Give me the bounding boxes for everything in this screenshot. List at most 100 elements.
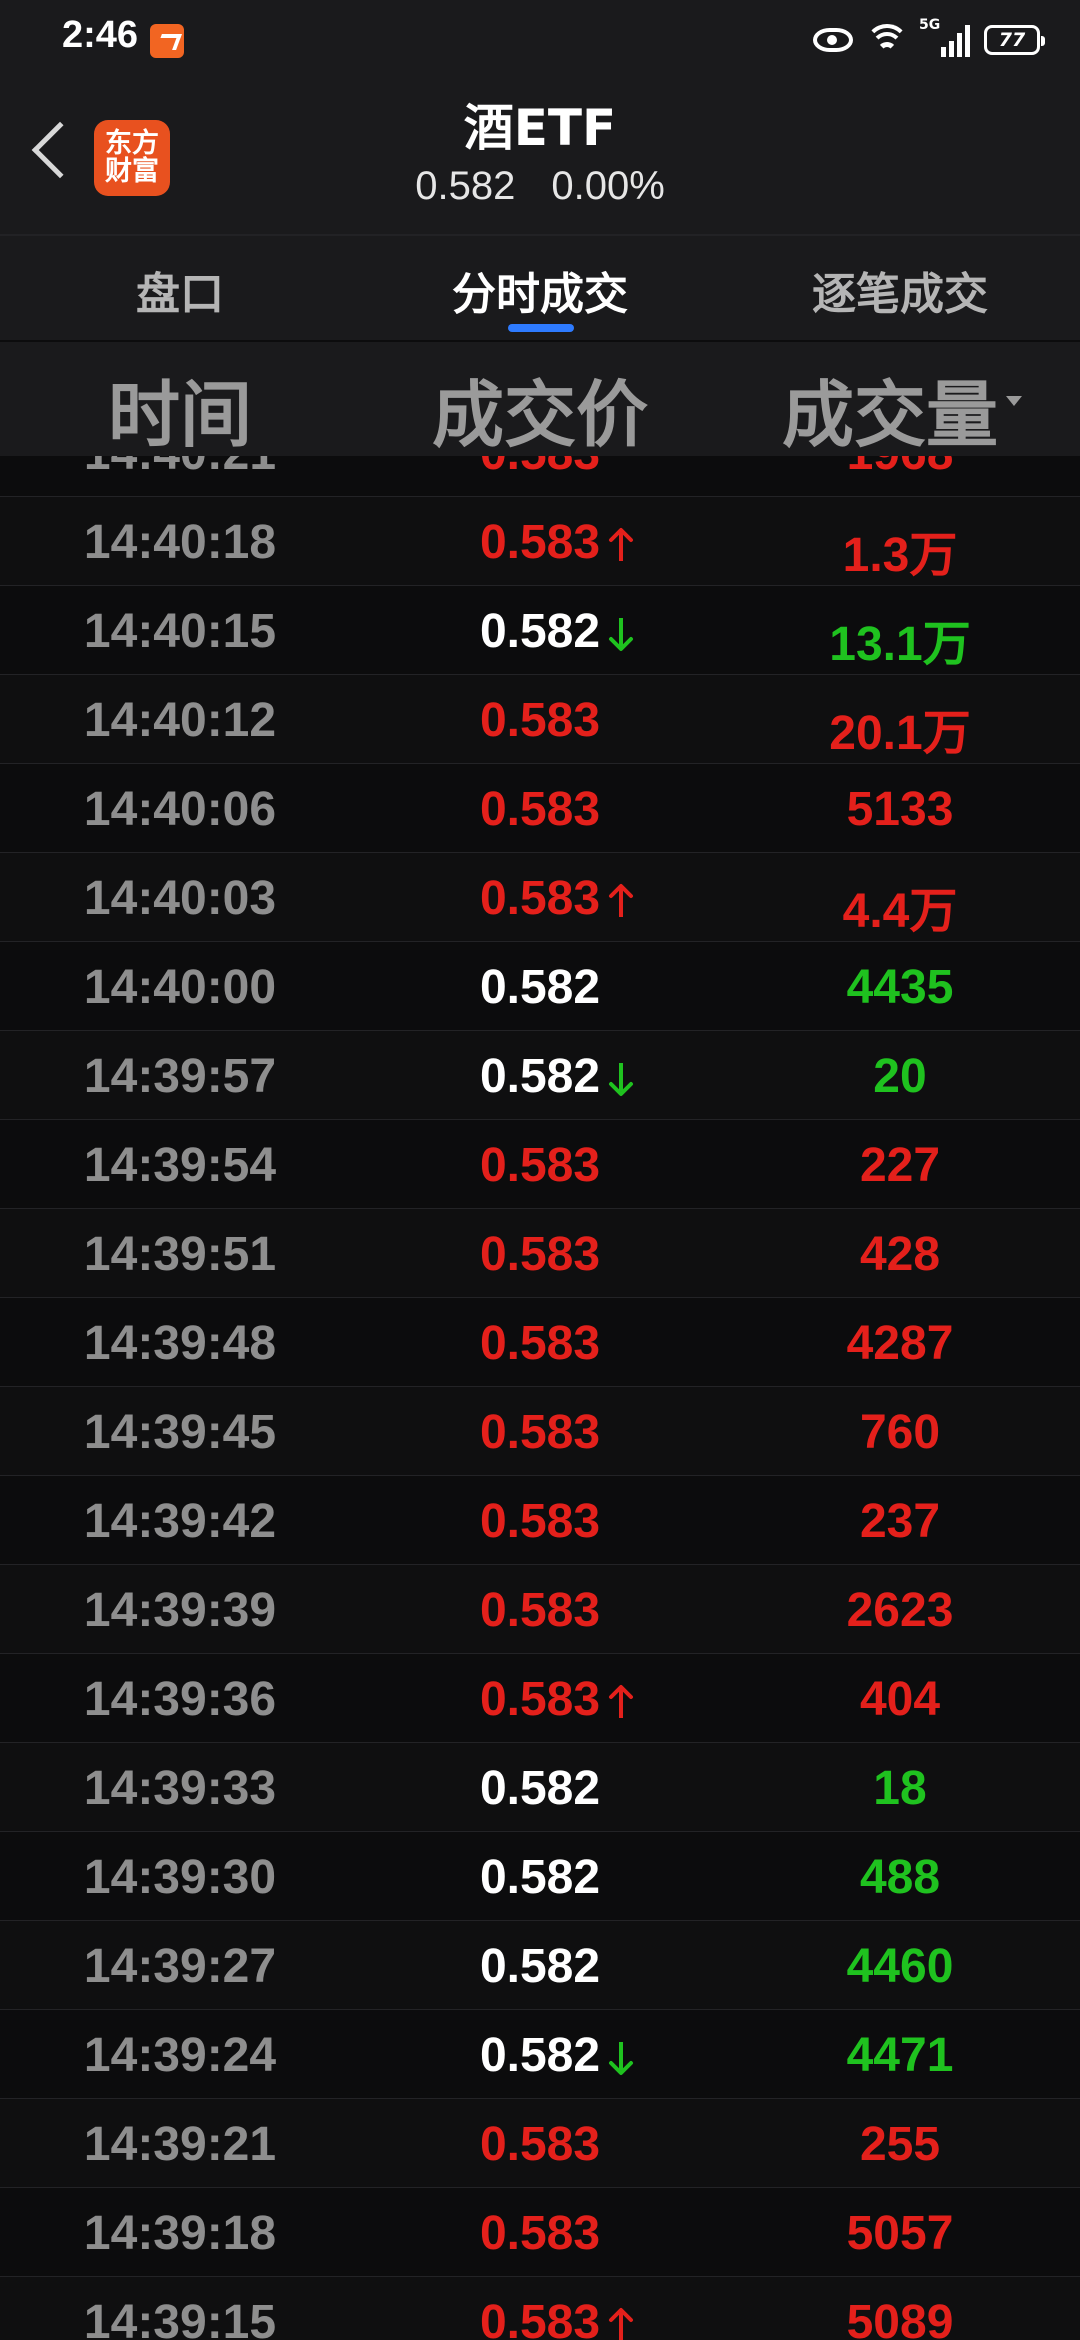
trade-time: 14:39:21: [83, 2118, 277, 2171]
trade-price: 0.583: [479, 1228, 601, 1281]
tab-orderbook[interactable]: 盘口: [30, 258, 330, 322]
network-type: 5G: [919, 17, 941, 33]
table-row: 14:39:24 0.582 4471: [0, 2010, 1080, 2099]
trade-price: 0.583: [479, 1406, 601, 1459]
table-row: 14:39:21 0.583 255: [0, 2099, 1080, 2188]
trade-time: 14:40:00: [83, 961, 277, 1014]
trade-time: 14:39:51: [83, 1228, 277, 1281]
trade-volume: 1.3万: [842, 529, 958, 582]
trade-volume: 4471: [846, 2029, 954, 2082]
status-icons: 5G 77: [813, 17, 1045, 62]
trade-price: 0.583: [420, 456, 660, 481]
trade-time: 14:40:18: [83, 516, 277, 569]
battery-level: 77: [998, 29, 1026, 51]
table-row: 14:39:45 0.583 760: [0, 1387, 1080, 1476]
trade-time: 14:39:27: [83, 1940, 277, 1993]
trade-price: 0.583: [479, 1317, 601, 1370]
trade-volume: 760: [859, 1406, 941, 1459]
trade-time: 14:39:36: [83, 1673, 277, 1726]
header: 东方 财富 酒ETF 0.582 0.00%: [0, 78, 1080, 234]
table-row: 14:40:21 0.583 1968: [0, 456, 1080, 497]
table-row: 14:40:06 0.583 5133: [0, 764, 1080, 853]
table-row: 14:40:18 0.583 1.3万: [0, 497, 1080, 586]
battery-icon: 77: [984, 25, 1045, 55]
arrow-up-icon: [609, 528, 633, 561]
trade-volume: 20: [873, 1050, 927, 1103]
trade-price: 0.583: [479, 694, 601, 747]
eye-icon: [813, 28, 853, 52]
active-tab-indicator: [508, 324, 574, 332]
stock-quote: 0.582 0.00%: [0, 164, 1080, 209]
trade-volume: 5133: [846, 783, 954, 836]
trade-time: 14:39:18: [83, 2207, 277, 2260]
table-row: 14:40:03 0.583 4.4万: [0, 853, 1080, 942]
arrow-down-icon: [609, 2042, 633, 2075]
trade-time: 14:39:39: [83, 1584, 277, 1637]
trade-volume: 4435: [846, 961, 954, 1014]
trade-volume: 4287: [846, 1317, 954, 1370]
sort-caret-icon[interactable]: [1006, 396, 1022, 406]
table-row: 14:39:18 0.583 5057: [0, 2188, 1080, 2277]
trade-volume: 4.4万: [842, 885, 958, 938]
stock-change: 0.00%: [551, 164, 665, 208]
column-header-time: 时间: [107, 373, 252, 457]
signal-icon: 5G: [919, 17, 970, 57]
arrow-down-icon: [609, 1063, 633, 1096]
trade-time: 14:39:30: [83, 1851, 277, 1904]
trade-price: 0.583: [479, 2207, 601, 2260]
trade-volume: 4460: [846, 1940, 954, 1993]
status-time: 2:46: [62, 14, 139, 56]
trade-time: 14:40:12: [83, 694, 277, 747]
trade-volume: 255: [859, 2118, 941, 2171]
arrow-up-icon: [609, 1685, 633, 1718]
column-header-volume[interactable]: 成交量: [720, 356, 1060, 461]
trade-time: 14:40:06: [83, 783, 277, 836]
trade-time: 14:39:54: [83, 1139, 277, 1192]
table-row: 14:39:42 0.583 237: [0, 1476, 1080, 1565]
status-bar: 2:46 5G 77: [0, 0, 1080, 78]
arrow-up-icon: [609, 2308, 633, 2340]
column-header-price: 成交价: [431, 373, 648, 457]
trade-volume: 428: [859, 1228, 941, 1281]
trade-volume: 2623: [846, 1584, 954, 1637]
notification-app-icon: [150, 24, 184, 58]
trade-price: 0.583: [479, 2118, 601, 2171]
table-row: 14:40:00 0.582 4435: [0, 942, 1080, 1031]
trade-volume: 20.1万: [829, 707, 971, 760]
trade-volume: 1968: [740, 456, 1060, 481]
trade-time: 14:40:03: [83, 872, 277, 925]
table-row: 14:39:54 0.583 227: [0, 1120, 1080, 1209]
trade-time: 14:40:15: [83, 605, 277, 658]
table-row: 14:40:12 0.583 20.1万: [0, 675, 1080, 764]
trade-time: 14:40:21: [0, 456, 360, 481]
trade-price: 0.583: [479, 1584, 601, 1637]
trade-volume: 5057: [846, 2207, 954, 2260]
trade-time: 14:39:15: [83, 2296, 277, 2340]
trade-time: 14:39:48: [83, 1317, 277, 1370]
trade-price: 0.583: [479, 1495, 601, 1548]
trade-volume: 5089: [846, 2296, 954, 2340]
table-row: 14:39:51 0.583 428: [0, 1209, 1080, 1298]
trade-time: 14:39:57: [83, 1050, 277, 1103]
trade-price: 0.582: [479, 1940, 601, 1993]
table-row: 14:39:33 0.582 18: [0, 1743, 1080, 1832]
trade-time: 14:39:45: [83, 1406, 277, 1459]
trade-list[interactable]: 14:40:210.583196814:40:180.5831.3万14:40:…: [0, 456, 1080, 2340]
trade-time: 14:39:42: [83, 1495, 277, 1548]
arrow-down-icon: [609, 618, 633, 651]
trade-volume: 18: [873, 1762, 927, 1815]
table-row: 14:39:48 0.583 4287: [0, 1298, 1080, 1387]
table-row: 14:40:15 0.582 13.1万: [0, 586, 1080, 675]
trade-price: 0.583: [479, 1139, 601, 1192]
trade-volume: 488: [859, 1851, 941, 1904]
tab-time-sales[interactable]: 分时成交: [390, 258, 690, 322]
trade-volume: 227: [859, 1139, 941, 1192]
trade-time: 14:39:24: [83, 2029, 277, 2082]
arrow-up-icon: [609, 884, 633, 917]
table-row: 14:39:39 0.583 2623: [0, 1565, 1080, 1654]
trade-price: 0.582: [479, 1762, 601, 1815]
tab-bar: 盘口 分时成交 逐笔成交: [0, 234, 1080, 340]
table-row: 14:39:30 0.582 488: [0, 1832, 1080, 1921]
tab-tick-by-tick[interactable]: 逐笔成交: [750, 258, 1050, 322]
column-header-row: 时间 成交价 成交量: [0, 340, 1080, 457]
